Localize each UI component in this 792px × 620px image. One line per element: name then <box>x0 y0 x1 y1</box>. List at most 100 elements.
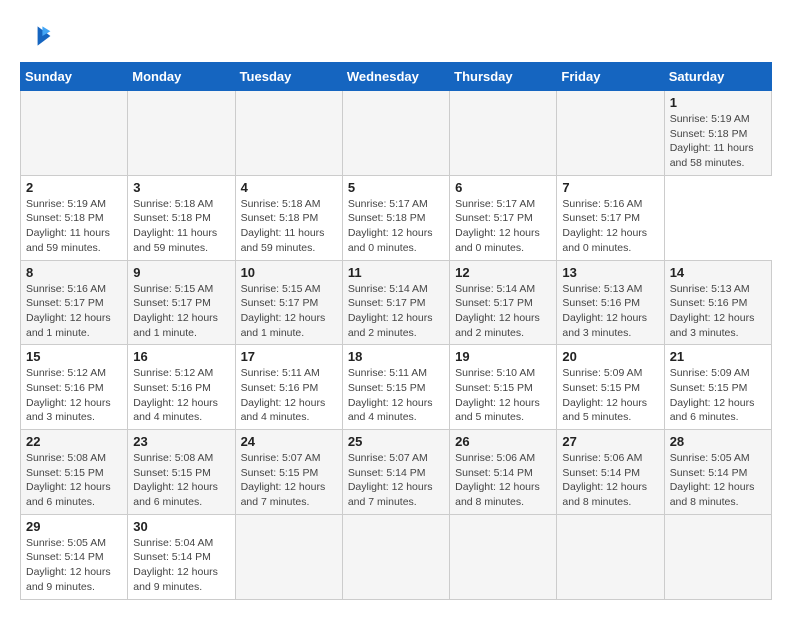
day-info: Sunrise: 5:07 AMSunset: 5:15 PMDaylight:… <box>241 451 337 510</box>
calendar-cell: 15 Sunrise: 5:12 AMSunset: 5:16 PMDayligh… <box>21 345 128 430</box>
day-info: Sunrise: 5:10 AMSunset: 5:15 PMDaylight:… <box>455 366 551 425</box>
day-number: 2 <box>26 180 122 195</box>
calendar-cell: 8Sunrise: 5:16 AMSunset: 5:17 PMDaylight… <box>21 260 128 345</box>
logo-icon <box>20 20 52 52</box>
col-header-sunday: Sunday <box>21 63 128 91</box>
day-number: 8 <box>26 265 122 280</box>
day-number: 27 <box>562 434 658 449</box>
day-info: Sunrise: 5:15 AMSunset: 5:17 PMDaylight:… <box>241 282 337 341</box>
day-info: Sunrise: 5:15 AMSunset: 5:17 PMDaylight:… <box>133 282 229 341</box>
day-info: Sunrise: 5:19 AMSunset: 5:18 PMDaylight:… <box>670 112 766 171</box>
day-info: Sunrise: 5:05 AMSunset: 5:14 PMDaylight:… <box>26 536 122 595</box>
day-number: 25 <box>348 434 444 449</box>
day-number: 24 <box>241 434 337 449</box>
day-number: 13 <box>562 265 658 280</box>
day-info: Sunrise: 5:14 AMSunset: 5:17 PMDaylight:… <box>348 282 444 341</box>
day-number: 17 <box>241 349 337 364</box>
calendar-cell: 19Sunrise: 5:10 AMSunset: 5:15 PMDayligh… <box>450 345 557 430</box>
calendar-table: SundayMondayTuesdayWednesdayThursdayFrid… <box>20 62 772 600</box>
day-info: Sunrise: 5:05 AMSunset: 5:14 PMDaylight:… <box>670 451 766 510</box>
calendar-cell: 4Sunrise: 5:18 AMSunset: 5:18 PMDaylight… <box>235 175 342 260</box>
calendar-cell <box>450 514 557 599</box>
calendar-cell: 16Sunrise: 5:12 AMSunset: 5:16 PMDayligh… <box>128 345 235 430</box>
day-number: 3 <box>133 180 229 195</box>
day-number: 12 <box>455 265 551 280</box>
calendar-cell: 23 Sunrise: 5:08 AMSunset: 5:15 PMDayligh… <box>128 430 235 515</box>
day-info: Sunrise: 5:11 AMSunset: 5:16 PMDaylight:… <box>241 366 337 425</box>
calendar-cell <box>557 514 664 599</box>
day-info: Sunrise: 5:17 AMSunset: 5:18 PMDaylight:… <box>348 197 444 256</box>
day-number: 21 <box>670 349 766 364</box>
day-info: Sunrise: 5:12 AMSunset: 5:16 PMDaylight:… <box>26 366 122 425</box>
day-info: Sunrise: 5:09 AMSunset: 5:15 PMDaylight:… <box>562 366 658 425</box>
calendar-cell: 21 Sunrise: 5:09 AMSunset: 5:15 PMDayligh… <box>664 345 771 430</box>
calendar-cell: 11 Sunrise: 5:14 AMSunset: 5:17 PMDayligh… <box>342 260 449 345</box>
day-info: Sunrise: 5:17 AMSunset: 5:17 PMDaylight:… <box>455 197 551 256</box>
day-number: 14 <box>670 265 766 280</box>
day-info: Sunrise: 5:16 AMSunset: 5:17 PMDaylight:… <box>562 197 658 256</box>
day-info: Sunrise: 5:07 AMSunset: 5:14 PMDaylight:… <box>348 451 444 510</box>
calendar-cell <box>235 91 342 176</box>
calendar-cell: 30Sunrise: 5:04 AMSunset: 5:14 PMDayligh… <box>128 514 235 599</box>
day-info: Sunrise: 5:06 AMSunset: 5:14 PMDaylight:… <box>562 451 658 510</box>
calendar-cell <box>664 514 771 599</box>
day-number: 5 <box>348 180 444 195</box>
calendar-body: 1Sunrise: 5:19 AMSunset: 5:18 PMDaylight… <box>21 91 772 600</box>
calendar-cell <box>450 91 557 176</box>
calendar-cell <box>342 91 449 176</box>
calendar-cell: 25 Sunrise: 5:07 AMSunset: 5:14 PMDayligh… <box>342 430 449 515</box>
calendar-cell: 10 Sunrise: 5:15 AMSunset: 5:17 PMDayligh… <box>235 260 342 345</box>
calendar-cell: 24 Sunrise: 5:07 AMSunset: 5:15 PMDayligh… <box>235 430 342 515</box>
col-header-thursday: Thursday <box>450 63 557 91</box>
calendar-cell: 13Sunrise: 5:13 AMSunset: 5:16 PMDayligh… <box>557 260 664 345</box>
week-row-4: 15 Sunrise: 5:12 AMSunset: 5:16 PMDayligh… <box>21 345 772 430</box>
calendar-cell <box>342 514 449 599</box>
day-info: Sunrise: 5:18 AMSunset: 5:18 PMDaylight:… <box>241 197 337 256</box>
page-header <box>20 20 772 52</box>
day-number: 26 <box>455 434 551 449</box>
col-header-monday: Monday <box>128 63 235 91</box>
day-number: 23 <box>133 434 229 449</box>
calendar-cell: 17 Sunrise: 5:11 AMSunset: 5:16 PMDayligh… <box>235 345 342 430</box>
day-number: 10 <box>241 265 337 280</box>
calendar-cell: 22 Sunrise: 5:08 AMSunset: 5:15 PMDayligh… <box>21 430 128 515</box>
day-number: 29 <box>26 519 122 534</box>
day-info: Sunrise: 5:19 AMSunset: 5:18 PMDaylight:… <box>26 197 122 256</box>
col-header-friday: Friday <box>557 63 664 91</box>
week-row-3: 8Sunrise: 5:16 AMSunset: 5:17 PMDaylight… <box>21 260 772 345</box>
week-row-5: 22 Sunrise: 5:08 AMSunset: 5:15 PMDayligh… <box>21 430 772 515</box>
calendar-cell <box>235 514 342 599</box>
day-number: 15 <box>26 349 122 364</box>
calendar-header: SundayMondayTuesdayWednesdayThursdayFrid… <box>21 63 772 91</box>
day-info: Sunrise: 5:08 AMSunset: 5:15 PMDaylight:… <box>26 451 122 510</box>
calendar-cell <box>128 91 235 176</box>
day-number: 18 <box>348 349 444 364</box>
day-info: Sunrise: 5:11 AMSunset: 5:15 PMDaylight:… <box>348 366 444 425</box>
header-row: SundayMondayTuesdayWednesdayThursdayFrid… <box>21 63 772 91</box>
calendar-cell: 7 Sunrise: 5:16 AMSunset: 5:17 PMDaylight… <box>557 175 664 260</box>
day-number: 11 <box>348 265 444 280</box>
calendar-cell <box>557 91 664 176</box>
day-number: 9 <box>133 265 229 280</box>
col-header-tuesday: Tuesday <box>235 63 342 91</box>
calendar-cell: 2 Sunrise: 5:19 AMSunset: 5:18 PMDaylight… <box>21 175 128 260</box>
day-info: Sunrise: 5:04 AMSunset: 5:14 PMDaylight:… <box>133 536 229 595</box>
calendar-cell: 6Sunrise: 5:17 AMSunset: 5:17 PMDaylight… <box>450 175 557 260</box>
day-number: 22 <box>26 434 122 449</box>
week-row-6: 29 Sunrise: 5:05 AMSunset: 5:14 PMDayligh… <box>21 514 772 599</box>
calendar-cell: 1Sunrise: 5:19 AMSunset: 5:18 PMDaylight… <box>664 91 771 176</box>
calendar-cell: 5 Sunrise: 5:17 AMSunset: 5:18 PMDaylight… <box>342 175 449 260</box>
day-info: Sunrise: 5:08 AMSunset: 5:15 PMDaylight:… <box>133 451 229 510</box>
day-info: Sunrise: 5:09 AMSunset: 5:15 PMDaylight:… <box>670 366 766 425</box>
day-info: Sunrise: 5:06 AMSunset: 5:14 PMDaylight:… <box>455 451 551 510</box>
day-number: 20 <box>562 349 658 364</box>
day-number: 7 <box>562 180 658 195</box>
calendar-cell: 26 Sunrise: 5:06 AMSunset: 5:14 PMDayligh… <box>450 430 557 515</box>
day-info: Sunrise: 5:13 AMSunset: 5:16 PMDaylight:… <box>670 282 766 341</box>
week-row-1: 1Sunrise: 5:19 AMSunset: 5:18 PMDaylight… <box>21 91 772 176</box>
day-info: Sunrise: 5:12 AMSunset: 5:16 PMDaylight:… <box>133 366 229 425</box>
calendar-cell: 20 Sunrise: 5:09 AMSunset: 5:15 PMDayligh… <box>557 345 664 430</box>
col-header-wednesday: Wednesday <box>342 63 449 91</box>
day-number: 28 <box>670 434 766 449</box>
calendar-cell: 9 Sunrise: 5:15 AMSunset: 5:17 PMDaylight… <box>128 260 235 345</box>
